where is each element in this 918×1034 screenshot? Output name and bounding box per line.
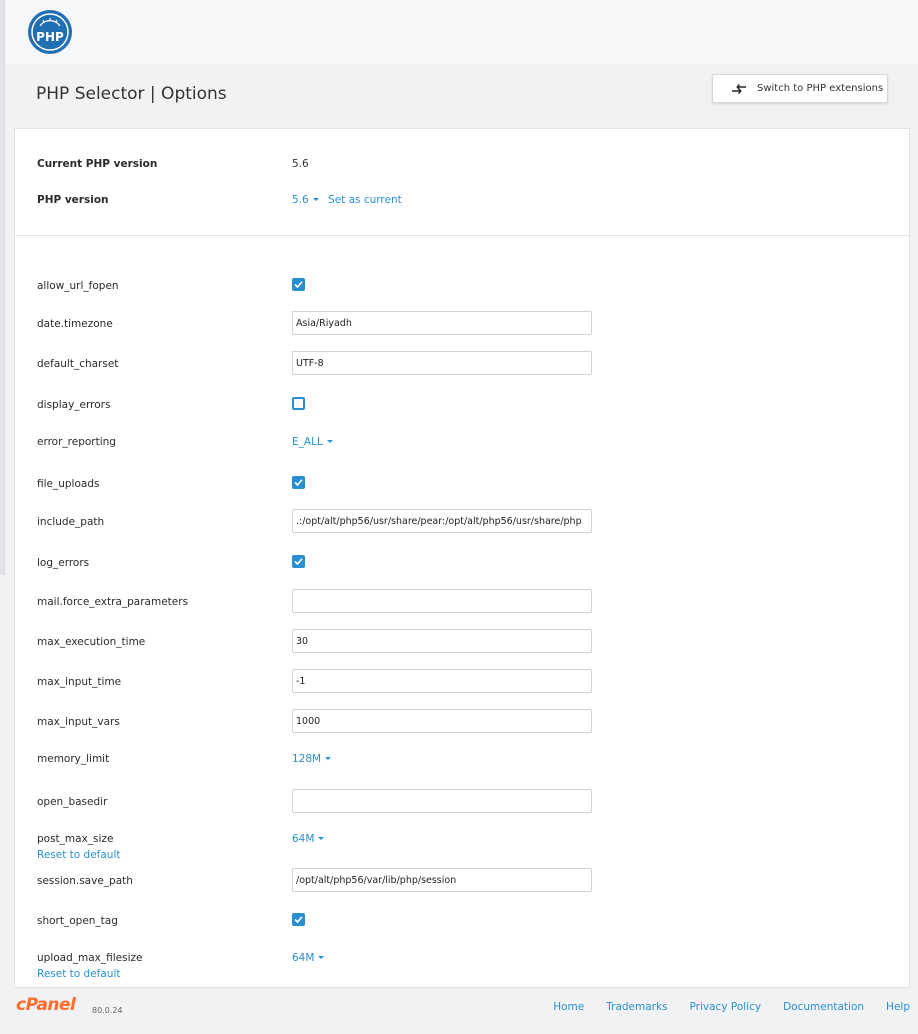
php-version-row: PHP version 5.6 Set as current bbox=[15, 194, 909, 214]
checkmark-icon bbox=[294, 558, 303, 566]
options-panel: Current PHP version 5.6 PHP version 5.6 … bbox=[14, 128, 910, 988]
option-row: log_errors bbox=[15, 550, 909, 580]
checkmark-icon bbox=[294, 916, 303, 924]
footer-link-home[interactable]: Home bbox=[553, 1001, 584, 1013]
option-row: display_errors bbox=[15, 392, 909, 422]
option-name: post_max_size bbox=[37, 833, 114, 845]
top-bar: PHP bbox=[5, 0, 918, 64]
option-checkbox[interactable] bbox=[292, 397, 305, 410]
option-row: post_max_size 64M Reset to default bbox=[15, 828, 909, 861]
cpanel-version: 80.0.24 bbox=[92, 1006, 123, 1015]
footer-link-privacy-policy[interactable]: Privacy Policy bbox=[690, 1001, 762, 1013]
version-section: Current PHP version 5.6 PHP version 5.6 … bbox=[15, 129, 909, 236]
option-row: file_uploads bbox=[15, 471, 909, 501]
reset-to-default-link[interactable]: Reset to default bbox=[37, 849, 121, 861]
checkmark-icon bbox=[294, 479, 303, 487]
current-version-label: Current PHP version bbox=[37, 158, 158, 170]
php-version-dropdown[interactable]: 5.6 bbox=[292, 194, 319, 206]
page-title: PHP Selector | Options bbox=[36, 84, 227, 104]
footer-link-documentation[interactable]: Documentation bbox=[783, 1001, 864, 1013]
option-name: include_path bbox=[37, 516, 105, 528]
option-row: open_basedir bbox=[15, 789, 909, 819]
reset-to-default-link[interactable]: Reset to default bbox=[37, 968, 121, 980]
footer: cPanel 80.0.24 Home Trademarks Privacy Pol… bbox=[0, 990, 918, 1034]
option-checkbox[interactable] bbox=[292, 278, 305, 291]
cpanel-logo[interactable]: cPanel bbox=[16, 995, 76, 1015]
current-version-value: 5.6 bbox=[292, 158, 309, 170]
option-input[interactable] bbox=[292, 789, 592, 813]
option-input[interactable] bbox=[292, 509, 592, 533]
chevron-down-icon bbox=[326, 440, 333, 443]
option-row: max_execution_time bbox=[15, 629, 909, 659]
option-dropdown[interactable]: 64M bbox=[292, 833, 325, 845]
svg-text:PHP: PHP bbox=[36, 30, 64, 44]
option-row: max_input_vars bbox=[15, 709, 909, 739]
option-dropdown[interactable]: 128M bbox=[292, 753, 332, 765]
option-name: file_uploads bbox=[37, 478, 100, 490]
option-name: mail.force_extra_parameters bbox=[37, 596, 189, 608]
option-name: upload_max_filesize bbox=[37, 952, 143, 964]
option-checkbox[interactable] bbox=[292, 555, 305, 568]
option-name: open_basedir bbox=[37, 796, 108, 808]
chevron-down-icon bbox=[312, 198, 319, 201]
footer-link-trademarks[interactable]: Trademarks bbox=[606, 1001, 667, 1013]
option-input[interactable] bbox=[292, 589, 592, 613]
footer-links: Home Trademarks Privacy Policy Documentatio… bbox=[531, 1001, 910, 1013]
checkmark-icon bbox=[294, 281, 303, 289]
option-row: default_charset bbox=[15, 351, 909, 381]
option-name: default_charset bbox=[37, 358, 119, 370]
option-input[interactable] bbox=[292, 311, 592, 335]
option-row: allow_url_fopen bbox=[15, 273, 909, 303]
option-row: mail.force_extra_parameters bbox=[15, 589, 909, 619]
footer-link-help[interactable]: Help bbox=[886, 1001, 910, 1013]
option-dropdown[interactable]: E_ALL bbox=[292, 436, 333, 448]
set-as-current-link[interactable]: Set as current bbox=[328, 194, 402, 206]
option-name: date.timezone bbox=[37, 318, 113, 330]
option-row: upload_max_filesize 64M Reset to default bbox=[15, 947, 909, 980]
option-input[interactable] bbox=[292, 868, 592, 892]
option-row: date.timezone bbox=[15, 311, 909, 341]
option-name: max_input_vars bbox=[37, 716, 120, 728]
option-dropdown[interactable]: 64M bbox=[292, 952, 325, 964]
option-input[interactable] bbox=[292, 629, 592, 653]
option-row: memory_limit 128M bbox=[15, 748, 909, 778]
option-name: display_errors bbox=[37, 399, 111, 411]
chevron-down-icon bbox=[318, 837, 325, 840]
option-name: short_open_tag bbox=[37, 915, 118, 927]
option-input[interactable] bbox=[292, 669, 592, 693]
php-logo-icon[interactable]: PHP bbox=[27, 9, 73, 55]
current-version-row: Current PHP version 5.6 bbox=[15, 158, 909, 178]
option-row: short_open_tag bbox=[15, 908, 909, 938]
option-checkbox[interactable] bbox=[292, 913, 305, 926]
option-row: error_reporting E_ALL bbox=[15, 431, 909, 461]
chevron-down-icon bbox=[325, 757, 332, 760]
option-name: log_errors bbox=[37, 557, 90, 569]
page-header: PHP Selector | Options Switch to PHP ext… bbox=[14, 64, 918, 128]
switch-arrows-icon bbox=[732, 83, 746, 94]
option-row: session.save_path bbox=[15, 868, 909, 898]
php-version-label: PHP version bbox=[37, 194, 109, 206]
option-name: session.save_path bbox=[37, 875, 133, 887]
option-input[interactable] bbox=[292, 709, 592, 733]
option-name: allow_url_fopen bbox=[37, 280, 119, 292]
left-sidebar-edge bbox=[0, 0, 5, 575]
option-row: max_input_time bbox=[15, 669, 909, 699]
option-name: max_execution_time bbox=[37, 636, 146, 648]
option-checkbox[interactable] bbox=[292, 476, 305, 489]
option-row: include_path bbox=[15, 509, 909, 539]
switch-to-extensions-button[interactable]: Switch to PHP extensions bbox=[712, 74, 888, 103]
option-name: memory_limit bbox=[37, 753, 110, 765]
option-name: max_input_time bbox=[37, 676, 122, 688]
switch-button-label: Switch to PHP extensions bbox=[757, 83, 884, 94]
option-name: error_reporting bbox=[37, 436, 116, 448]
option-input[interactable] bbox=[292, 351, 592, 375]
chevron-down-icon bbox=[318, 956, 325, 959]
